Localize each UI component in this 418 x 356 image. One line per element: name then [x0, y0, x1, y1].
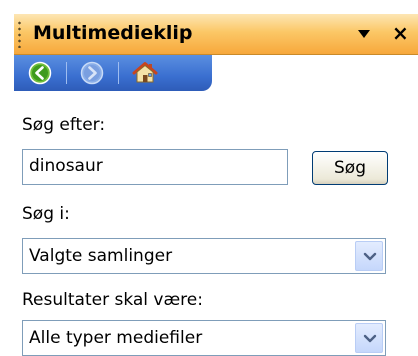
search-in-label: Søg i:	[22, 204, 70, 224]
forward-button[interactable]	[80, 61, 104, 85]
forward-icon	[80, 61, 104, 85]
search-text-input[interactable]: dinosaur	[22, 149, 288, 185]
search-for-label: Søg efter:	[22, 115, 106, 135]
task-pane-title-bar[interactable]: Multimedieklip ×	[14, 14, 418, 55]
media-type-dropdown[interactable]: Alle typer mediefiler	[22, 320, 386, 356]
chevron-down-icon	[363, 334, 377, 343]
task-pane-title: Multimedieklip	[33, 22, 193, 44]
home-button[interactable]	[132, 61, 158, 85]
toolbar-separator	[118, 62, 119, 84]
search-in-dropdown-button[interactable]	[355, 241, 383, 271]
toolbar-separator	[66, 62, 67, 84]
search-in-dropdown[interactable]: Valgte samlinger	[22, 238, 386, 274]
chevron-down-icon	[363, 252, 377, 261]
close-icon[interactable]: ×	[392, 21, 409, 45]
media-type-dropdown-button[interactable]	[355, 323, 383, 353]
clip-art-task-pane: Multimedieklip × Søg efter: dinosaur Søg…	[0, 0, 418, 356]
drag-grip-icon[interactable]	[18, 20, 21, 48]
back-icon	[28, 61, 52, 85]
navigation-toolbar	[14, 55, 212, 91]
home-icon	[132, 62, 158, 83]
media-type-selected-value: Alle typer mediefiler	[29, 328, 203, 348]
back-button[interactable]	[28, 61, 52, 85]
dropdown-arrow-icon[interactable]	[358, 30, 370, 38]
search-button[interactable]: Søg	[312, 151, 388, 185]
search-in-selected-value: Valgte samlinger	[29, 246, 173, 266]
results-type-label: Resultater skal være:	[22, 290, 203, 310]
